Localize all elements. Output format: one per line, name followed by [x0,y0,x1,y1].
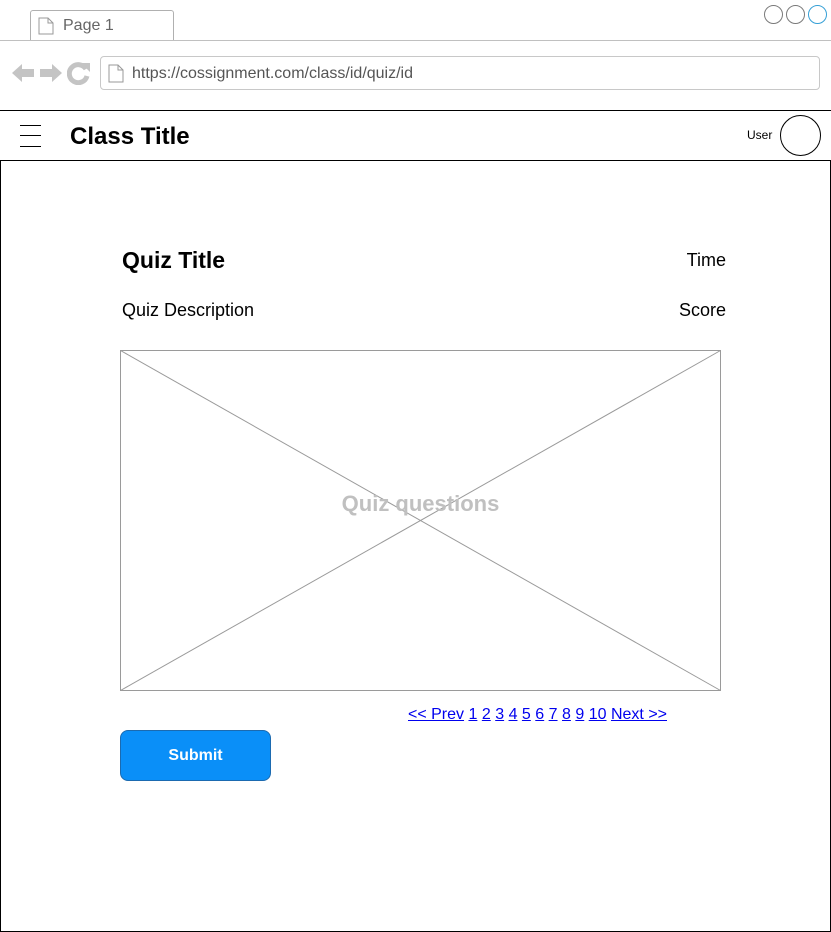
pagination-page[interactable]: 1 [468,706,477,723]
pagination: << Prev 1 2 3 4 5 6 7 8 9 10 Next >> [408,706,667,724]
quiz-questions-label: Quiz questions [341,491,500,516]
back-arrow-icon[interactable] [11,61,35,85]
browser-tab-bar: Page 1 [0,0,831,41]
pagination-page[interactable]: 5 [522,706,531,723]
quiz-score: Score [678,300,726,320]
user-label: User [747,128,773,142]
pagination-page[interactable]: 3 [495,706,504,723]
url-field[interactable]: https://cossignment.com/class/id/quiz/id [100,56,820,90]
image-placeholder-icon [120,350,721,691]
quiz-description: Quiz Description [122,300,255,320]
pagination-page[interactable]: 6 [535,706,544,723]
reload-icon[interactable] [67,61,91,85]
quiz-title: Quiz Title [122,247,226,273]
pagination-page[interactable]: 10 [589,706,607,723]
pagination-prev[interactable]: << Prev [408,706,464,723]
quiz-time: Time [686,250,726,270]
close-icon[interactable] [808,5,827,24]
minimize-icon[interactable] [764,5,783,24]
browser-tab[interactable]: Page 1 [30,10,174,41]
tab-title: Page 1 [63,17,114,34]
user-avatar[interactable] [780,115,821,156]
pagination-page[interactable]: 8 [562,706,571,723]
pagination-page[interactable]: 7 [549,706,558,723]
nav-buttons [11,61,91,85]
page-icon [108,64,124,83]
url-text: https://cossignment.com/class/id/quiz/id [132,65,414,82]
class-title: Class Title [70,123,190,150]
menu-icon[interactable] [20,125,41,147]
forward-arrow-icon[interactable] [39,61,63,85]
quiz-questions-placeholder: Quiz questions [120,350,721,691]
pagination-page[interactable]: 4 [509,706,518,723]
pagination-page[interactable]: 2 [482,706,491,723]
restore-icon[interactable] [786,5,805,24]
pagination-next[interactable]: Next >> [611,706,667,723]
page-icon [38,17,54,35]
app-header: Class Title User [0,110,831,161]
submit-button[interactable]: Submit [120,730,271,781]
window-controls [764,5,827,24]
pagination-page[interactable]: 9 [575,706,584,723]
